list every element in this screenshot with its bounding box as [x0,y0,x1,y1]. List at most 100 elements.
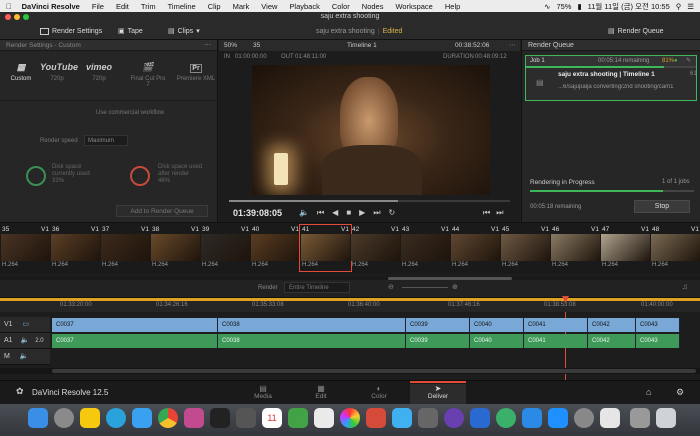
kakaotalk-icon[interactable] [80,408,100,428]
page-edit[interactable]: ▦ Edit [296,384,346,400]
utorrent-icon[interactable] [496,408,516,428]
telegram-icon[interactable] [106,408,126,428]
evernote-icon[interactable] [288,408,308,428]
launchpad-icon[interactable] [54,408,74,428]
search-icon[interactable]: ⚲ [676,2,682,11]
jump-end-icon[interactable]: ⏭ [373,208,380,218]
files-icon[interactable] [392,408,412,428]
menu-edit[interactable]: Edit [110,2,135,11]
clip-thumbnail[interactable]: 41 V1 H.264 [299,224,352,272]
play-reverse-icon[interactable]: ◀ [332,208,338,218]
preset-final-cut-pro-7[interactable]: 🎬 Final Cut Pro 7 [128,62,168,88]
music-note-icon[interactable]: ♫ [682,282,688,291]
track-header-m[interactable]: M 🔈 [0,349,50,365]
video-frame[interactable] [252,65,490,195]
play-icon[interactable]: ▶ [359,208,365,218]
clip-thumbnail[interactable]: 47 V1 H.264 [600,225,651,271]
clip-thumbnail[interactable]: 40 V1 H.264 [250,225,301,271]
audio-clip[interactable]: C0041 [524,334,588,348]
text-app-icon[interactable] [600,408,620,428]
xcode-icon[interactable] [522,408,542,428]
app-menu[interactable]: DaVinci Resolve [18,2,86,11]
app-store-icon[interactable] [132,408,152,428]
audio-clip[interactable]: C0042 [588,334,636,348]
video-clip[interactable]: C0039 [406,318,470,332]
menu-color[interactable]: Color [326,2,356,11]
downloads-stack-icon[interactable] [630,408,650,428]
preset-custom[interactable]: ▦ Custom [4,62,38,82]
video-clip[interactable]: C0037 [52,318,218,332]
render-speed-select[interactable]: Maximum [84,135,128,146]
timeline-ruler[interactable]: 01:33:20:00 01:34:26:16 01:35:33:08 01:3… [0,296,700,312]
audio-clip[interactable]: C0039 [406,334,470,348]
tape-toggle[interactable]: ▣ Tape [118,25,143,37]
finder-icon[interactable] [28,408,48,428]
speaker-icon[interactable]: 🔈 [20,353,29,360]
video-clip[interactable]: C0040 [470,318,524,332]
zoom-out-icon[interactable]: ⊖ [388,283,394,291]
preset-premiere-xml[interactable]: Pr Premiere XML [176,62,216,82]
calendar-icon[interactable]: 11 [262,408,282,428]
audio-clip[interactable]: C0038 [218,334,406,348]
stop-render-button[interactable]: Stop [634,200,690,213]
commercial-workflow-checkbox[interactable]: Use commercial workflow [80,110,180,119]
jump-start-icon[interactable]: ⏮ [317,208,324,218]
settings-gear-icon[interactable]: ⚙ [676,387,684,398]
clip-thumbnail[interactable]: 38 V1 H.264 [150,225,201,271]
clip-thumbnail[interactable]: 37 V1 H.264 [100,225,151,271]
menu-workspace[interactable]: Workspace [389,2,438,11]
video-track-icon[interactable]: ▭ [23,321,30,328]
menu-timeline[interactable]: Timeline [162,2,202,11]
keynote-icon[interactable] [470,408,490,428]
home-icon[interactable]: ⌂ [646,387,651,397]
minimize-window-button[interactable] [14,14,20,20]
loop-icon[interactable]: ↻ [389,208,396,218]
scrub-bar[interactable] [229,200,510,202]
battery-text[interactable]: 75% [556,2,571,11]
stop-icon[interactable]: ■ [346,208,351,218]
system-preferences-icon[interactable] [574,408,594,428]
video-clip[interactable]: C0038 [218,318,406,332]
menu-list-icon[interactable]: ☰ [687,2,694,11]
storage-app-icon[interactable] [548,408,568,428]
clip-thumbnail[interactable]: 45 V1 H.264 [500,225,551,271]
next-clip-icon[interactable]: ⏭ [496,208,503,218]
zoom-level[interactable]: 50% [224,40,237,51]
menu-trim[interactable]: Trim [135,2,162,11]
clip-thumbnail[interactable]: 43 V1 H.264 [400,225,451,271]
preview-icon[interactable] [236,408,256,428]
photos-icon[interactable] [340,408,360,428]
clip-thumbnail[interactable]: 42 V1 H.264 [350,225,401,271]
clip-thumbnail[interactable]: 39 V1 H.264 [200,225,251,271]
panel-options-icon[interactable]: ⋯ [204,41,211,49]
page-color[interactable]: ◐ Color [354,384,404,400]
battery-icon[interactable]: ▮ [577,2,581,11]
volume-icon[interactable]: 🔈 [299,208,309,218]
job-card[interactable]: Job 1 00:05:14 remaining 81% ● ✎ ▤ saju … [525,55,697,101]
preset-vimeo[interactable]: vimeo 720p [82,62,116,82]
timeline-scrollbar[interactable] [52,369,696,373]
wifi-icon[interactable]: ∿ [544,2,550,11]
clip-thumbnail[interactable]: 48 V1 H.264 [650,225,700,271]
preset-youtube[interactable]: YouTube 720p [40,62,78,82]
page-media[interactable]: ▤ Media [238,384,288,400]
clip-thumbnail[interactable]: 36 V1 H.264 [50,225,101,271]
davinci-resolve-icon[interactable] [184,408,204,428]
clip-thumbnail[interactable]: 44 V1 H.264 [450,225,501,271]
timeline-zoom-slider[interactable] [402,287,448,288]
clips-toggle[interactable]: ▤ Clips ▾ [168,25,200,37]
job-edit-icon[interactable]: ✎ [686,56,691,66]
zoom-in-icon[interactable]: ⊕ [452,283,458,291]
video-clip[interactable]: C0041 [524,318,588,332]
clock-text[interactable]: 11월 11일 (금) 오전 10:55 [588,1,670,12]
prev-clip-icon[interactable]: ⏮ [483,208,490,218]
clip-thumbnail[interactable]: 35 V1 H.264 [0,225,51,271]
menu-mark[interactable]: Mark [227,2,256,11]
close-window-button[interactable] [5,14,11,20]
menu-playback[interactable]: Playback [283,2,325,11]
viewer-options-icon[interactable]: ⋯ [509,40,516,51]
strip-scrollbar[interactable] [388,277,512,280]
add-to-render-queue-button[interactable]: Add to Render Queue [116,205,208,217]
video-clip[interactable]: C0042 [588,318,636,332]
apple-icon[interactable]:  [0,2,18,11]
